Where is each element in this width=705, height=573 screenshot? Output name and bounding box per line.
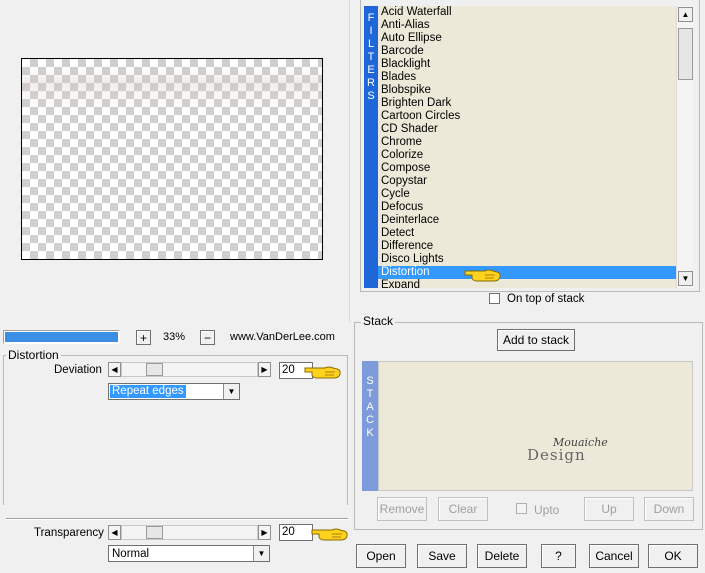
filter-scrollbar[interactable]: ▲ ▼ <box>676 6 693 288</box>
filter-item[interactable]: Copystar <box>378 175 676 188</box>
deviation-right-arrow[interactable]: ▶ <box>258 362 271 377</box>
hand-pointer-icon <box>303 360 343 385</box>
filter-item[interactable]: Brighten Dark <box>378 97 676 110</box>
stack-group-label: Stack <box>361 314 396 328</box>
filter-item[interactable]: Auto Ellipse <box>378 32 676 45</box>
filter-item[interactable]: Disco Lights <box>378 253 676 266</box>
remove-button[interactable]: Remove <box>377 497 427 521</box>
up-button[interactable]: Up <box>584 497 634 521</box>
divider <box>6 518 348 520</box>
filters-vertical-letter: T <box>367 51 375 63</box>
stack-vertical-letter: K <box>366 427 374 439</box>
deviation-left-arrow[interactable]: ◀ <box>108 362 121 377</box>
filter-item[interactable]: Blacklight <box>378 58 676 71</box>
filter-item[interactable]: Distortion <box>378 266 676 279</box>
help-button[interactable]: ? <box>541 544 576 568</box>
stack-vertical-letter: S <box>366 375 374 387</box>
filter-item[interactable]: Barcode <box>378 45 676 58</box>
stack-vertical-letter: C <box>366 414 374 426</box>
down-button[interactable]: Down <box>644 497 694 521</box>
stack-vertical-label: STACK <box>362 361 378 491</box>
delete-button[interactable]: Delete <box>477 544 527 568</box>
on-top-label: On top of stack <box>507 293 585 305</box>
filter-item[interactable]: Compose <box>378 162 676 175</box>
save-button[interactable]: Save <box>417 544 467 568</box>
stack-vertical-letter: T <box>366 388 374 400</box>
clear-button[interactable]: Clear <box>438 497 488 521</box>
zoom-in-button[interactable]: + <box>136 330 151 345</box>
filters-vertical-letter: L <box>367 38 375 50</box>
blend-mode-select[interactable]: Normal ▼ <box>108 545 270 562</box>
open-button[interactable]: Open <box>356 544 406 568</box>
deviation-slider[interactable] <box>121 362 258 377</box>
add-to-stack-button[interactable]: Add to stack <box>497 329 575 351</box>
transparency-slider[interactable] <box>121 525 258 540</box>
filter-item[interactable]: Chrome <box>378 136 676 149</box>
watermark-logo: Mouaiche Design <box>527 436 617 466</box>
scroll-thumb[interactable] <box>678 28 693 80</box>
filters-vertical-label: FILTERS <box>364 6 378 288</box>
blend-mode-value: Normal <box>112 548 150 560</box>
transparency-slider-thumb[interactable] <box>146 526 163 539</box>
chevron-down-icon[interactable]: ▼ <box>223 384 239 399</box>
filter-item[interactable]: Expand <box>378 279 676 288</box>
filter-item[interactable]: Acid Waterfall <box>378 6 676 19</box>
filter-item[interactable]: Difference <box>378 240 676 253</box>
chevron-down-icon[interactable]: ▼ <box>253 546 269 561</box>
zoom-out-button[interactable]: − <box>200 330 215 345</box>
zoom-level: 33% <box>163 331 186 343</box>
ok-button[interactable]: OK <box>648 544 698 568</box>
progress-fill <box>5 332 118 342</box>
transparency-right-arrow[interactable]: ▶ <box>258 525 271 540</box>
stack-list[interactable]: Mouaiche Design <box>378 361 693 491</box>
edges-select[interactable]: Repeat edges ▼ <box>108 383 240 400</box>
filter-item[interactable]: Anti-Alias <box>378 19 676 32</box>
scroll-up-button[interactable]: ▲ <box>678 7 693 22</box>
deviation-label: Deviation <box>54 364 102 376</box>
edges-select-value: Repeat edges <box>110 385 186 398</box>
transparency-label: Transparency <box>34 527 104 539</box>
deviation-slider-thumb[interactable] <box>146 363 163 376</box>
preview-canvas[interactable] <box>21 58 323 260</box>
upto-label: Upto <box>534 503 560 517</box>
filters-vertical-letter: I <box>369 25 373 37</box>
website-link[interactable]: www.VanDerLee.com <box>230 331 350 345</box>
on-top-checkbox[interactable] <box>489 293 500 304</box>
stack-vertical-letter: A <box>366 401 374 413</box>
filters-vertical-letter: R <box>367 77 375 89</box>
filter-item[interactable]: Cartoon Circles <box>378 110 676 123</box>
transparency-value[interactable]: 20 <box>279 524 313 541</box>
transparency-left-arrow[interactable]: ◀ <box>108 525 121 540</box>
filters-vertical-letter: E <box>367 64 375 76</box>
filter-list[interactable]: Acid Waterfall Anti-Alias Auto Ellipse Barc… <box>378 6 676 288</box>
filters-vertical-letter: F <box>367 12 375 24</box>
filter-item[interactable]: Blades <box>378 71 676 84</box>
filter-item[interactable]: Blobspike <box>378 84 676 97</box>
cancel-button[interactable]: Cancel <box>589 544 639 568</box>
watermark-line1: Design <box>527 446 586 464</box>
filter-item[interactable]: Deinterlace <box>378 214 676 227</box>
hand-pointer-icon <box>463 263 503 288</box>
progress-bar <box>3 330 120 344</box>
scroll-down-button[interactable]: ▼ <box>678 271 693 286</box>
preview-streaks <box>22 69 322 114</box>
filter-item[interactable]: Colorize <box>378 149 676 162</box>
filter-item[interactable]: Cycle <box>378 188 676 201</box>
distortion-group-label: Distortion <box>6 348 61 362</box>
hand-pointer-icon <box>310 522 350 547</box>
filters-vertical-letter: S <box>367 90 375 102</box>
filter-item[interactable]: Detect <box>378 227 676 240</box>
filter-item[interactable]: Defocus <box>378 201 676 214</box>
filter-item[interactable]: CD Shader <box>378 123 676 136</box>
upto-checkbox[interactable] <box>516 503 527 514</box>
